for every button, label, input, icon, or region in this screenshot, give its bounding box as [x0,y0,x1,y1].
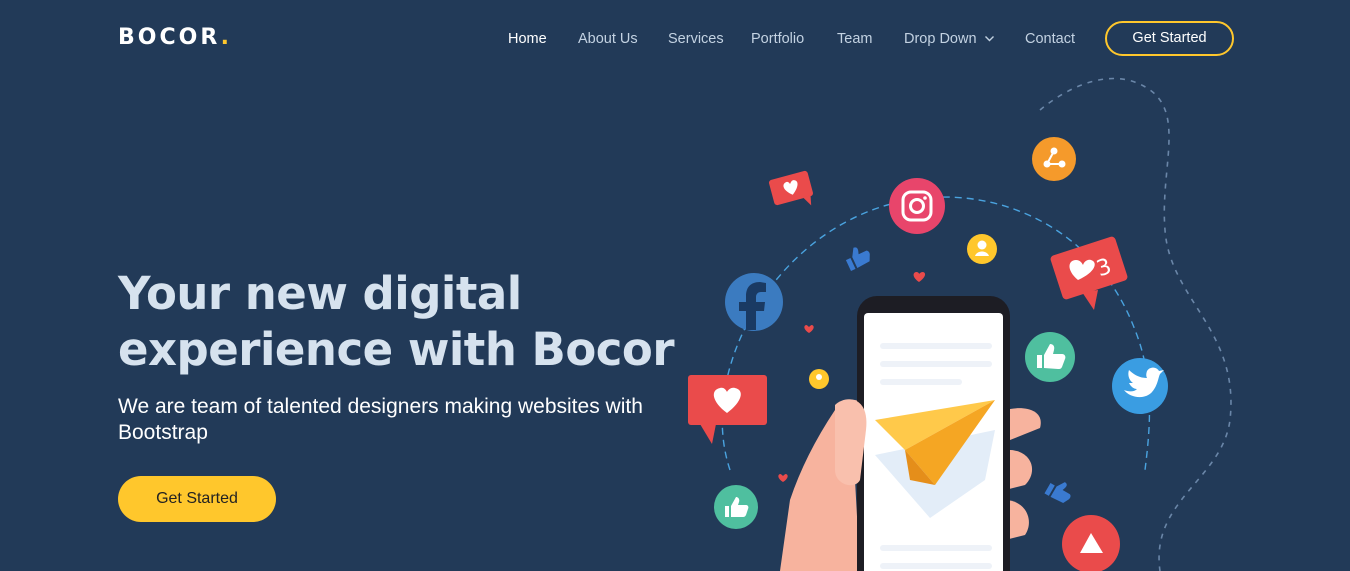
instagram-icon [889,178,945,234]
nav-item-services[interactable]: Services [668,28,724,50]
like-icon [1025,332,1075,382]
small-heart-icon-2 [804,325,814,333]
thumbs-up-blue-icon [845,247,870,271]
small-user-icon [809,369,829,389]
nav-item-contact[interactable]: Contact [1025,28,1075,50]
hero-title-line-2: experience with Bocor [118,323,675,376]
hero-get-started-button[interactable]: Get Started [118,476,276,522]
phone [857,296,1010,571]
hand [780,399,1041,571]
thumbs-up-blue-icon-2 [1044,482,1071,504]
twitter-icon [1112,358,1168,414]
logo-text: BOCOR [118,25,221,50]
youtube-icon [1062,515,1120,571]
hand-thumb [835,399,867,486]
nav-item-home[interactable]: Home [508,28,547,50]
small-heart-bubble-icon [768,170,814,206]
chevron-down-icon[interactable] [984,33,995,44]
facebook-icon [725,273,783,331]
small-heart-icon [913,272,926,282]
logo-dot: . [220,25,233,50]
nav-item-team[interactable]: Team [837,28,872,50]
small-heart-icon-3 [778,474,788,482]
nav-item-portfolio[interactable]: Portfolio [751,28,804,50]
notification-count: 3 [1094,254,1115,282]
user-icon [967,234,997,264]
hero-title: Your new digital experience with Bocor [118,266,698,378]
heart-bubble-icon [688,375,767,444]
site-header: BOCOR. Home About Us Services Portfolio … [0,0,1350,76]
hero-subtitle: We are team of talented designers making… [118,395,643,444]
nav-item-drop-down-label: Drop Down [904,31,977,47]
hero-title-line-1: Your new digital [118,267,522,320]
dashed-orbit [721,196,1151,471]
paper-plane-icon [875,400,995,485]
like-icon-small [714,485,758,529]
header-get-started-button[interactable]: Get Started [1105,21,1234,56]
page: BOCOR. Home About Us Services Portfolio … [0,0,1350,571]
heart-notification-badge: 3 [1050,236,1128,310]
logo[interactable]: BOCOR. [118,24,232,52]
share-icon [1032,137,1076,181]
nav-item-about-us[interactable]: About Us [578,28,638,50]
nav-item-drop-down[interactable]: Drop Down [904,28,977,50]
dashed-outline [1039,77,1232,571]
